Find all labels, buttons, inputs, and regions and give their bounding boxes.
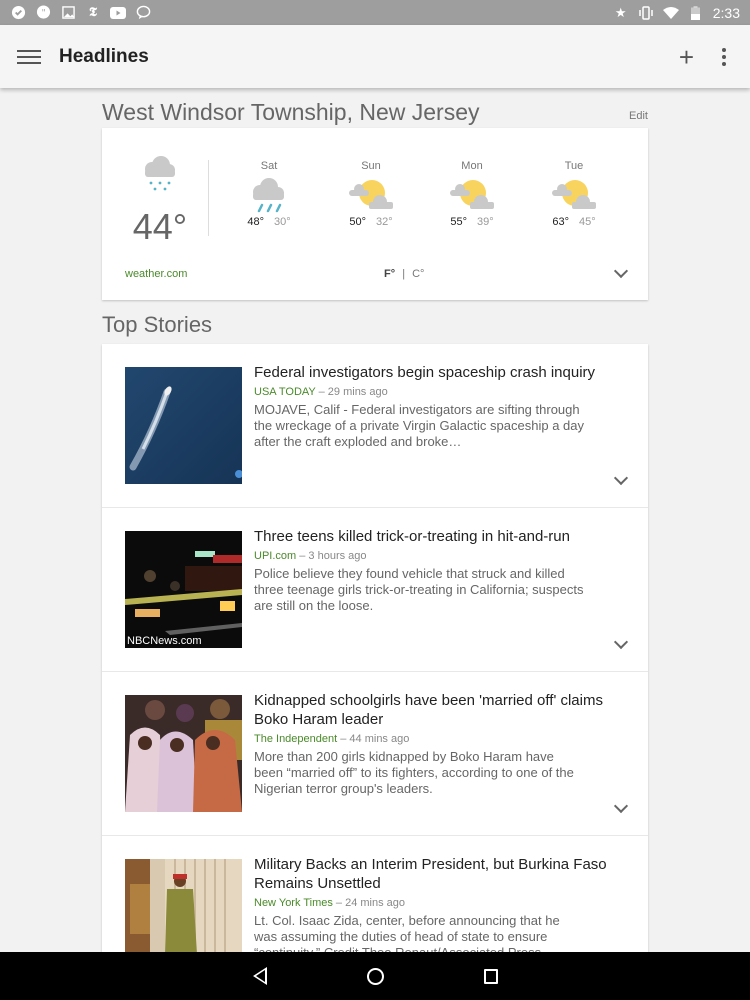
expand-story-chevron-icon[interactable] xyxy=(613,470,629,486)
app-bar: Headlines + xyxy=(0,25,750,88)
youtube-icon xyxy=(110,5,126,21)
weather-card[interactable]: 44° Sat 48° 30° Sun 50° 32° Mon 55° 39° … xyxy=(102,128,648,300)
system-navigation-bar xyxy=(0,952,750,1000)
forecast-day-name: Mon xyxy=(461,160,483,172)
story-headline[interactable]: Kidnapped schoolgirls have been 'married… xyxy=(254,691,618,729)
story-item[interactable]: Kidnapped schoolgirls have been 'married… xyxy=(102,672,648,836)
expand-story-chevron-icon[interactable] xyxy=(613,798,629,814)
star-icon: ★ xyxy=(614,5,627,20)
story-headline[interactable]: Military Backs an Interim President, but… xyxy=(254,855,618,893)
partly-cloudy-icon xyxy=(450,180,494,209)
partly-cloudy-icon xyxy=(552,180,596,209)
vibrate-icon xyxy=(638,5,654,21)
story-time: – 29 mins ago xyxy=(315,386,388,398)
story-source[interactable]: The Independent xyxy=(254,733,337,745)
rain-icon xyxy=(253,178,284,213)
nytimes-icon: 𝕿 xyxy=(89,5,97,20)
add-button[interactable]: + xyxy=(679,44,694,70)
top-stories-list: Federal investigators begin spaceship cr… xyxy=(102,344,648,1000)
more-options-icon[interactable] xyxy=(716,47,732,66)
story-snippet: More than 200 girls kidnapped by Boko Ha… xyxy=(254,749,574,796)
expand-story-chevron-icon[interactable] xyxy=(613,634,629,650)
expand-weather-chevron-icon[interactable] xyxy=(613,263,629,279)
story-headline[interactable]: Three teens killed trick-or-treating in … xyxy=(254,527,618,546)
main-content: West Windsor Township, New Jersey Edit 4… xyxy=(102,88,648,1000)
forecast-day: Mon 55° 39° xyxy=(437,160,507,228)
forecast-day-name: Sat xyxy=(260,160,278,172)
story-thumbnail[interactable]: NBCNews.com xyxy=(125,531,242,648)
forecast-day: Tue 63° 45° xyxy=(539,160,609,228)
weather-location: West Windsor Township, New Jersey xyxy=(102,99,480,125)
forecast-low: 45° xyxy=(579,216,596,228)
clock: 2:33 xyxy=(712,4,740,21)
forecast-day-name: Tue xyxy=(564,160,584,172)
image-icon xyxy=(60,5,76,21)
forecast-day-name: Sun xyxy=(361,160,381,172)
partly-cloudy-icon xyxy=(349,180,393,209)
unit-separator: | xyxy=(402,268,406,280)
unit-toggle: F° | C° xyxy=(384,268,424,280)
forecast-low: 30° xyxy=(274,216,291,228)
thumbnail-caption: NBCNews.com xyxy=(127,635,202,647)
forecast-high: 50° xyxy=(349,216,366,228)
hamburger-menu-icon[interactable] xyxy=(17,48,41,66)
page-title: Headlines xyxy=(59,45,149,67)
story-source[interactable]: USA TODAY xyxy=(254,386,316,398)
story-item[interactable]: NBCNews.com Three teens killed trick-or-… xyxy=(102,508,648,672)
forecast-high: 63° xyxy=(552,216,569,228)
notification-icons: " 𝕿 xyxy=(10,5,151,21)
story-snippet: Police believe they found vehicle that s… xyxy=(254,566,584,613)
story-time: – 24 mins ago xyxy=(332,897,406,909)
hangouts-heart-icon xyxy=(10,5,26,21)
celsius-toggle[interactable]: C° xyxy=(412,268,424,280)
home-icon[interactable] xyxy=(366,967,384,985)
story-headline[interactable]: Federal investigators begin spaceship cr… xyxy=(254,363,618,382)
forecast-low: 39° xyxy=(477,216,494,228)
edit-location-button[interactable]: Edit xyxy=(629,110,648,122)
forecast-day: Sat 48° 30° xyxy=(234,160,304,228)
story-item[interactable]: Federal investigators begin spaceship cr… xyxy=(102,344,648,508)
story-time: – 3 hours ago xyxy=(296,550,367,562)
back-icon[interactable] xyxy=(252,967,267,985)
divider xyxy=(208,160,209,236)
system-icons: ★ 2:33 xyxy=(613,5,740,21)
status-bar: " 𝕿 ★ 2:33 xyxy=(0,0,750,25)
section-title-top-stories: Top Stories xyxy=(102,312,213,337)
story-thumbnail[interactable] xyxy=(125,367,242,484)
forecast-high: 55° xyxy=(450,216,467,228)
story-snippet: MOJAVE, Calif - Federal investigators ar… xyxy=(254,402,584,449)
story-thumbnail[interactable] xyxy=(125,695,242,812)
recents-icon[interactable] xyxy=(483,968,498,984)
story-time: – 44 mins ago xyxy=(337,733,410,745)
forecast-high: 48° xyxy=(247,216,264,228)
weather-source-link[interactable]: weather.com xyxy=(125,268,187,280)
wifi-icon xyxy=(662,5,679,21)
story-source[interactable]: New York Times xyxy=(254,897,333,909)
snow-icon xyxy=(145,156,175,191)
battery-icon xyxy=(688,5,704,21)
forecast-low: 32° xyxy=(376,216,393,228)
chat-bubble-icon xyxy=(135,5,151,21)
fahrenheit-toggle[interactable]: F° xyxy=(384,268,395,280)
current-weather: 44° xyxy=(125,153,195,248)
hangouts-quote-icon: " xyxy=(35,5,51,21)
plus-icon: + xyxy=(678,41,694,72)
forecast-day: Sun 50° 32° xyxy=(336,160,406,228)
svg-text:": " xyxy=(41,7,45,17)
story-source[interactable]: UPI.com xyxy=(254,550,296,562)
current-temperature: 44° xyxy=(132,206,188,247)
